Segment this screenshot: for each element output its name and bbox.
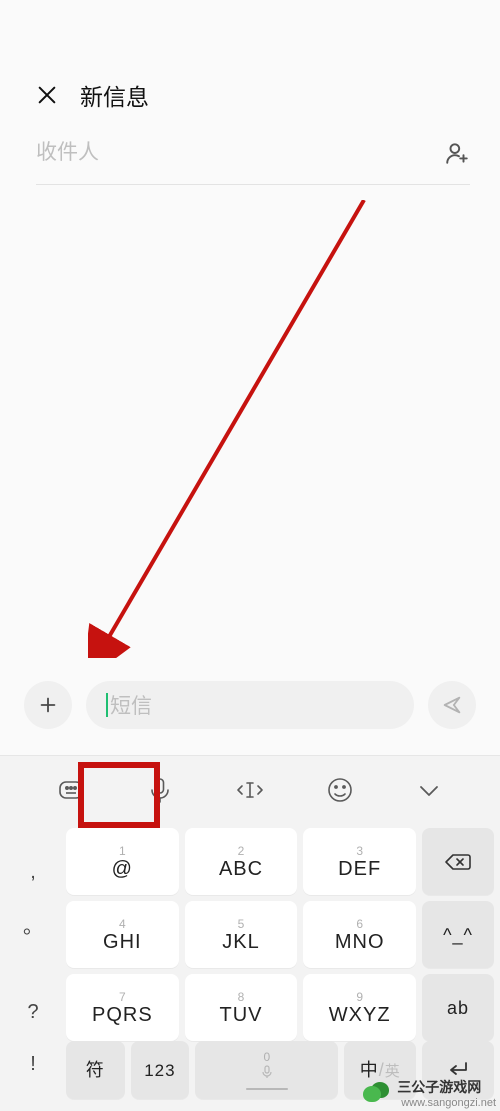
add-contact-icon[interactable] xyxy=(444,140,470,166)
space-key[interactable]: 0 xyxy=(195,1041,338,1099)
keyboard: , 。 1@ 2ABC 3DEF 4GHI 5JKL 6MNO ^_^ xyxy=(0,756,500,1111)
page-title: 新信息 xyxy=(80,78,149,112)
key-5[interactable]: 5JKL xyxy=(185,901,298,968)
key-9[interactable]: 9WXYZ xyxy=(303,974,416,1041)
watermark-logo-icon xyxy=(363,1082,391,1104)
space-bar-indicator xyxy=(246,1088,288,1090)
recipient-input[interactable] xyxy=(36,141,444,165)
key-6[interactable]: 6MNO xyxy=(303,901,416,968)
watermark-title: 三公子游戏网 xyxy=(397,1077,496,1097)
key-2[interactable]: 2ABC xyxy=(185,828,298,895)
key-3[interactable]: 3DEF xyxy=(303,828,416,895)
cursor-move-icon[interactable] xyxy=(233,773,267,807)
symbols-key[interactable]: 符 xyxy=(66,1041,125,1099)
text-cursor xyxy=(106,693,108,717)
watermark: 三公子游戏网 www.sangongzi.net xyxy=(359,1075,500,1111)
send-button[interactable] xyxy=(428,681,476,729)
watermark-domain: www.sangongzi.net xyxy=(401,1097,496,1109)
kaomoji-key[interactable]: ^_^ xyxy=(422,901,494,968)
key-1[interactable]: 1@ xyxy=(66,828,179,895)
backspace-key[interactable] xyxy=(422,828,494,895)
close-icon[interactable] xyxy=(36,84,58,106)
key-4[interactable]: 4GHI xyxy=(66,901,179,968)
add-attachment-button[interactable] xyxy=(24,681,72,729)
mic-icon xyxy=(261,1065,273,1084)
message-placeholder: 短信 xyxy=(110,690,152,720)
keyboard-icon[interactable] xyxy=(54,773,88,807)
emoji-icon[interactable] xyxy=(323,773,357,807)
numbers-key[interactable]: 123 xyxy=(131,1041,190,1099)
mic-icon[interactable] xyxy=(143,773,177,807)
message-input[interactable]: 短信 xyxy=(86,681,414,729)
punctuation-column[interactable]: , 。 xyxy=(6,828,60,968)
chevron-down-icon[interactable] xyxy=(412,773,446,807)
punctuation-column-2[interactable]: ? ! xyxy=(6,968,60,1108)
key-7[interactable]: 7PQRS xyxy=(66,974,179,1041)
key-8[interactable]: 8TUV xyxy=(185,974,298,1041)
alpha-mode-key[interactable]: ab xyxy=(422,974,494,1041)
